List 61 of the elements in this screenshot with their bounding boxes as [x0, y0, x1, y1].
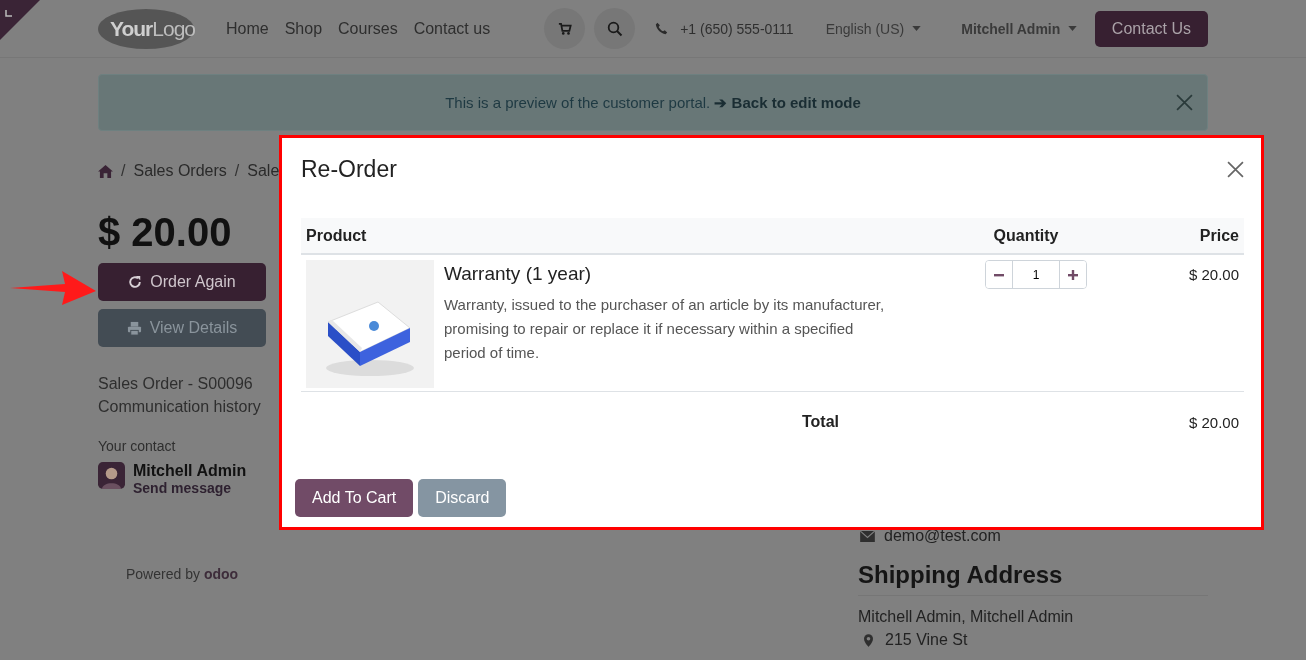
nav-link[interactable]: Courses	[338, 19, 398, 38]
email-address: demo@test.com	[884, 527, 1001, 545]
discard-button[interactable]: Discard	[418, 479, 507, 517]
breadcrumb-separator: /	[121, 162, 126, 180]
close-button[interactable]	[1227, 160, 1244, 178]
close-icon	[1227, 160, 1244, 178]
printer-icon	[126, 320, 142, 336]
column-header: Quantity	[992, 226, 1060, 245]
breadcrumb-link[interactable]: Sale	[247, 162, 280, 180]
banner-text: This is a preview of the customer portal. ➔ Back to edit mode	[445, 93, 861, 112]
product-description: Warranty, issued to the purchaser of an article by its manufacturer, promising to repair or replace it if necessary within a specified period of time.	[444, 295, 886, 363]
send-message-link[interactable]: Send message	[133, 480, 247, 496]
brand-link[interactable]: odoo	[203, 566, 239, 582]
phone-number: +1 (650) 555-0111	[680, 20, 794, 37]
search-icon	[606, 20, 623, 37]
breadcrumb-separator: /	[234, 162, 240, 180]
close-button[interactable]	[1176, 94, 1193, 111]
cart-icon	[557, 21, 572, 36]
communication-history-link[interactable]: Communication history	[98, 398, 261, 416]
section-heading: Shipping Address	[858, 561, 1208, 596]
nav-link[interactable]: Shop	[284, 19, 323, 38]
address-name: Mitchell Admin, Mitchell Admin	[858, 608, 1075, 626]
back-to-edit-link[interactable]: ➔ Back to edit mode	[714, 93, 861, 111]
search-button[interactable]	[594, 8, 636, 49]
column-header: Product	[305, 226, 368, 245]
phone-icon	[655, 22, 669, 35]
street-address: 215 Vine St	[885, 631, 968, 649]
total-amount: $ 20.00	[98, 210, 232, 255]
map-pin-icon	[864, 633, 873, 647]
dialog-title: Re-Order	[301, 155, 397, 183]
user-dropdown[interactable]: Mitchell Admin	[961, 20, 1078, 37]
quantity-stepper[interactable]: 1	[985, 260, 1087, 289]
add-to-cart-button[interactable]: Add To Cart	[295, 479, 414, 517]
quantity-field[interactable]: 1	[1012, 261, 1060, 288]
order-again-button[interactable]: Order Again	[98, 263, 266, 301]
language-dropdown[interactable]: English (US)	[825, 20, 922, 37]
envelope-icon	[860, 530, 875, 542]
total-value: $ 20.00	[1188, 413, 1239, 431]
nav-link[interactable]: Contact us	[413, 19, 491, 38]
order-name: Sales Order - S00096	[98, 375, 253, 393]
home-icon	[98, 164, 113, 178]
column-header: Price	[1198, 226, 1240, 245]
contact-heading: Your contact	[98, 438, 176, 454]
logo[interactable]: YourLogo	[98, 8, 194, 49]
caret-icon	[912, 26, 922, 31]
cart-button[interactable]	[544, 8, 586, 49]
contact-name: Mitchell Admin	[133, 462, 247, 480]
view-details-button[interactable]: View Details	[98, 309, 266, 347]
powered-by-text: Powered by	[126, 566, 200, 582]
nav-link[interactable]: Home	[226, 19, 269, 38]
close-icon	[1176, 94, 1193, 111]
product-name: Warranty (1 year)	[444, 263, 593, 285]
refresh-icon	[128, 275, 143, 289]
caret-icon	[1068, 26, 1078, 31]
breadcrumb-link[interactable]: Sales Orders	[133, 162, 227, 180]
contact-us-button[interactable]: Contact Us	[1094, 10, 1208, 47]
edit-corner-icon	[0, 0, 40, 40]
line-price: $ 20.00	[1188, 266, 1239, 283]
total-label: Total	[801, 413, 839, 430]
avatar-icon	[98, 462, 125, 489]
plus-icon	[1068, 269, 1078, 280]
